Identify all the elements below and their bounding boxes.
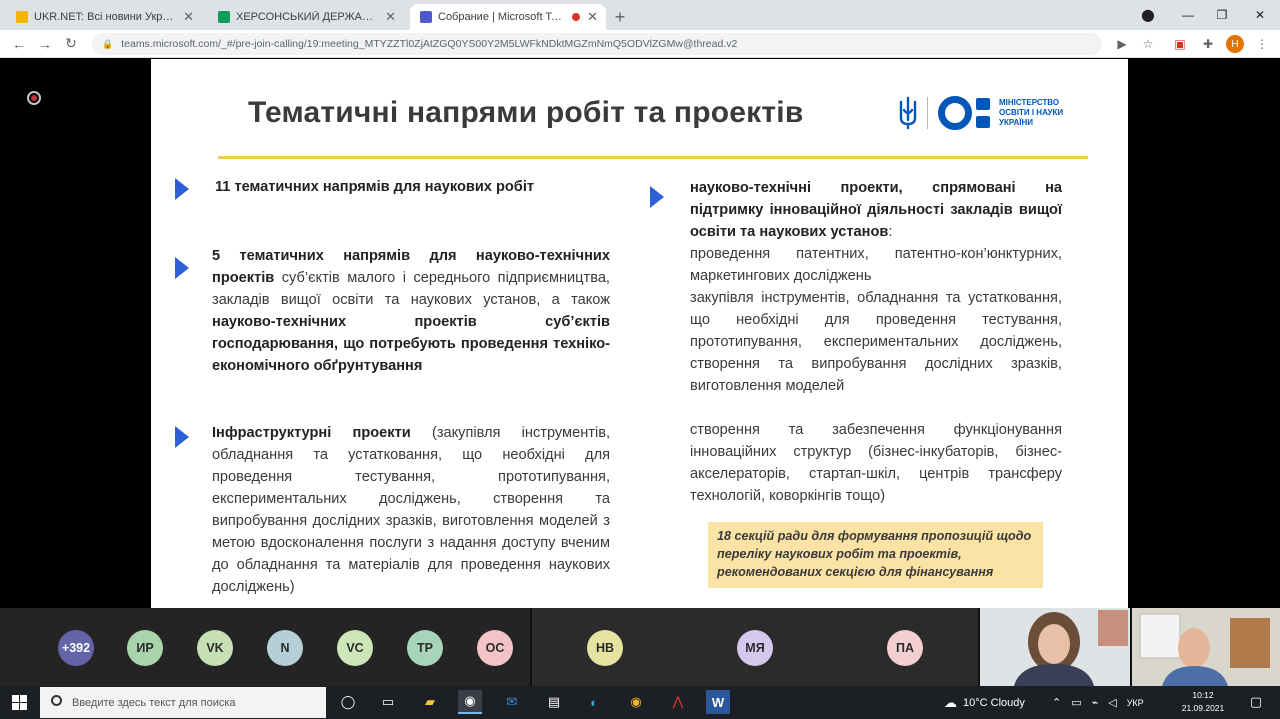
- camera-icon[interactable]: ▶: [1114, 36, 1130, 52]
- system-clock[interactable]: 10:12 21.09.2021: [1178, 689, 1228, 715]
- browser-tab-ukrnet[interactable]: UKR.NET: Всі новини України, ос... ✕: [6, 4, 202, 30]
- weather-widget[interactable]: ☁ 10°C Cloudy: [944, 686, 1025, 719]
- left-bullet-1: 11 тематичних напрямів для наукових робі…: [215, 179, 535, 195]
- logo-separator: [927, 97, 928, 129]
- close-icon[interactable]: ✕: [587, 9, 598, 25]
- bullet-arrow-icon: [650, 186, 664, 208]
- tab-title: UKR.NET: Всі новини України, ос...: [34, 11, 174, 23]
- browser-tab-teams[interactable]: Собрание | Microsoft Teams ✕: [410, 4, 606, 30]
- bullet-arrow-icon: [175, 257, 189, 279]
- ukrnet-favicon-icon: [16, 11, 28, 23]
- chrome-extension-icon[interactable]: ⬤: [1128, 0, 1168, 30]
- bullet-arrow-icon: [175, 178, 189, 200]
- highlight-note: 18 секцій ради для формування пропозицій…: [708, 522, 1043, 588]
- right-subitem-3: створення та забезпечення функціонування…: [690, 422, 1062, 504]
- participant-avatar[interactable]: N: [267, 630, 303, 666]
- mail-icon[interactable]: ✉: [500, 690, 524, 714]
- window-close-icon[interactable]: ✕: [1240, 0, 1280, 30]
- participant-avatar[interactable]: VK: [197, 630, 233, 666]
- forward-arrow-icon[interactable]: →: [32, 31, 58, 57]
- participant-avatar[interactable]: TP: [407, 630, 443, 666]
- participant-avatar[interactable]: VC: [337, 630, 373, 666]
- right-subitem-1: проведення патентних, патентно-кон’юнкту…: [690, 246, 1062, 284]
- sheets-favicon-icon: [218, 11, 230, 23]
- browser-tab-khersonskyi[interactable]: ХЕРСОНСЬКИЙ ДЕРЖАВНИЙ АГР... ✕: [208, 4, 404, 30]
- close-icon[interactable]: ✕: [385, 9, 396, 25]
- chevron-up-icon: ⌃: [1052, 697, 1062, 709]
- file-explorer-icon[interactable]: ▰: [418, 690, 442, 714]
- word-icon[interactable]: W: [706, 690, 730, 714]
- cortana-icon[interactable]: ◯: [336, 690, 360, 714]
- participant-strip: +392 ИР VK N VC TP OC НВ МЯ ПА: [0, 608, 1280, 686]
- battery-icon: ▭: [1071, 697, 1082, 709]
- store-icon[interactable]: ▤: [542, 690, 566, 714]
- recording-dot-icon: [572, 13, 580, 21]
- cloud-icon: ☁: [944, 694, 957, 710]
- pdf-extension-icon[interactable]: ▣: [1172, 36, 1188, 52]
- new-tab-button[interactable]: +: [606, 4, 634, 30]
- slide-title: Тематичні напрями робіт та проектів: [248, 96, 804, 129]
- participant-overflow-avatar[interactable]: +392: [58, 630, 94, 666]
- system-tray-icons[interactable]: ⌃ ▭ ⌁ ◁ УКР: [1052, 686, 1144, 719]
- tab-title: Собрание | Microsoft Teams: [438, 11, 578, 23]
- back-arrow-icon[interactable]: ←: [6, 31, 32, 57]
- participant-avatar[interactable]: OC: [477, 630, 513, 666]
- windows-start-icon[interactable]: [12, 695, 27, 710]
- right-bullet-1: науково-технічні проекти, спрямовані на …: [690, 180, 1062, 240]
- mon-logo-circle-icon: [938, 96, 972, 130]
- edge-icon[interactable]: ◐: [582, 690, 606, 714]
- woman-video-feed-icon: [980, 608, 1130, 686]
- address-bar[interactable]: 🔒 teams.microsoft.com/_#/pre-join-callin…: [92, 33, 1102, 55]
- lock-icon: 🔒: [102, 38, 114, 49]
- close-icon[interactable]: ✕: [183, 9, 194, 25]
- notifications-icon[interactable]: ▢: [1244, 690, 1268, 714]
- recording-indicator-icon: [27, 91, 41, 105]
- task-view-icon[interactable]: ▭: [376, 690, 400, 714]
- maximize-icon[interactable]: ❐: [1202, 0, 1242, 30]
- participant-avatar[interactable]: НВ: [587, 630, 623, 666]
- photos-icon[interactable]: ◉: [624, 690, 648, 714]
- profile-avatar[interactable]: Н: [1226, 35, 1244, 53]
- browser-tab-strip: UKR.NET: Всі новини України, ос... ✕ ХЕР…: [0, 0, 1280, 30]
- man-video-feed-icon: [1132, 608, 1280, 686]
- bullet-arrow-icon: [175, 426, 189, 448]
- participant-avatar[interactable]: ПА: [887, 630, 923, 666]
- chrome-icon[interactable]: ◉: [458, 690, 482, 714]
- left-bullet-2: 5 тематичних напрямів для науково-техніч…: [212, 248, 610, 374]
- extensions-puzzle-icon[interactable]: ✚: [1200, 36, 1216, 52]
- input-language: УКР: [1126, 697, 1144, 708]
- left-bullet-3: Інфраструктурні проекти (закупівля інстр…: [212, 425, 610, 595]
- ministry-name: МІНІСТЕРСТВО ОСВІТИ І НАУКИ УКРАЇНИ: [999, 98, 1064, 127]
- menu-kebab-icon[interactable]: ⋮: [1254, 36, 1270, 52]
- url-text: teams.microsoft.com/_#/pre-join-calling/…: [121, 38, 738, 50]
- participant-video-man[interactable]: [1132, 608, 1280, 686]
- windows-taskbar: Введите здесь текст для поиска ◯ ▭ ▰ ◉ ✉…: [0, 686, 1280, 719]
- search-icon: [51, 695, 62, 706]
- mon-logo-bars-icon: [976, 98, 990, 128]
- teams-favicon-icon: [420, 11, 432, 23]
- network-icon: ⌁: [1091, 697, 1099, 709]
- star-icon[interactable]: ☆: [1140, 36, 1156, 52]
- volume-icon: ◁: [1108, 697, 1117, 709]
- title-divider: [218, 156, 1088, 159]
- ministry-logo: МІНІСТЕРСТВО ОСВІТИ І НАУКИ УКРАЇНИ: [897, 95, 1063, 131]
- participant-avatar[interactable]: ИР: [127, 630, 163, 666]
- participant-avatar[interactable]: МЯ: [737, 630, 773, 666]
- reload-icon[interactable]: ↻: [58, 31, 84, 57]
- taskbar-search-input[interactable]: Введите здесь текст для поиска: [40, 687, 326, 718]
- trident-icon: [899, 96, 917, 130]
- browser-toolbar: ← → ↻ 🔒 teams.microsoft.com/_#/pre-join-…: [0, 30, 1280, 58]
- acrobat-icon[interactable]: ⋀: [666, 690, 690, 714]
- tab-title: ХЕРСОНСЬКИЙ ДЕРЖАВНИЙ АГР...: [236, 11, 376, 23]
- right-subitem-2: закупівля інструментів, обладнання та ус…: [690, 290, 1062, 394]
- shared-slide: Тематичні напрями робіт та проектів МІНІ…: [151, 59, 1128, 608]
- participant-video-woman[interactable]: [980, 608, 1130, 686]
